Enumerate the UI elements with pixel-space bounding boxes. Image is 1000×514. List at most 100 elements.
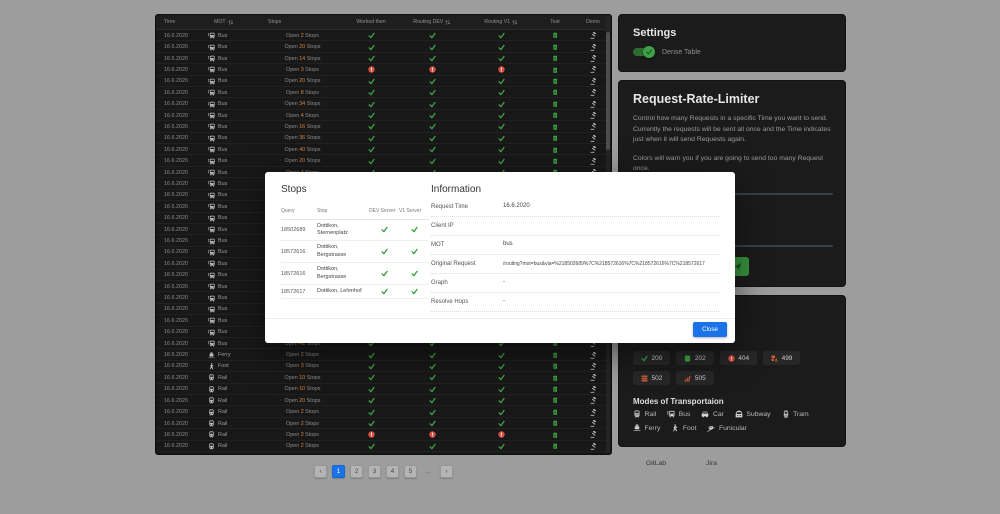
test-cell[interactable] (535, 420, 575, 427)
open-stops-link[interactable]: Open 20 Stops (260, 78, 345, 84)
status-chip-505[interactable]: 505 (676, 371, 713, 385)
open-stops-link[interactable]: Open 2 Stops (260, 421, 345, 427)
open-stops-link[interactable]: Open 3 Stops (260, 67, 345, 73)
table-row[interactable]: 16.6.2020BusOpen 8 Stops (156, 87, 611, 98)
test-cell[interactable] (535, 101, 575, 108)
test-cell[interactable] (535, 67, 575, 74)
test-cell[interactable] (535, 454, 575, 455)
mode-bus[interactable]: Bus (667, 410, 690, 418)
table-row[interactable]: 16.6.2020RailOpen 2 Stops (156, 429, 611, 440)
table-row[interactable]: 16.6.2020RailOpen 2 Stops (156, 452, 611, 455)
jira-link[interactable]: Jira (690, 457, 717, 469)
table-row[interactable]: 16.6.2020BusOpen 20 Stops (156, 155, 611, 166)
status-chip-499[interactable]: 499 (763, 351, 800, 365)
column-header-mot[interactable]: MOT (206, 19, 260, 26)
test-cell[interactable] (535, 352, 575, 359)
pagination-page-1[interactable]: 1 (332, 465, 345, 478)
table-row[interactable]: 16.6.2020BusOpen 14 Stops (156, 53, 611, 64)
open-stops-link[interactable]: Open 2 Stops (260, 33, 345, 39)
test-cell[interactable] (535, 44, 575, 51)
column-header-routing-v1[interactable]: Routing V1 (467, 19, 535, 26)
open-stops-link[interactable]: Open 2 Stops (260, 443, 345, 449)
open-stops-link[interactable]: Open 8 Stops (260, 90, 345, 96)
modal-stops-table: QueryStopDEV ServerV1 Server18502689Dott… (281, 206, 431, 299)
table-row[interactable]: 16.6.2020FootOpen 3 Stops (156, 361, 611, 372)
table-row[interactable]: 16.6.2020FerryOpen 2 Stops (156, 349, 611, 360)
table-row[interactable]: 16.6.2020RailOpen 2 Stops (156, 418, 611, 429)
table-row[interactable]: 16.6.2020RailOpen 10 Stops (156, 372, 611, 383)
mode-foot[interactable]: Foot (671, 424, 696, 432)
test-cell[interactable] (535, 89, 575, 96)
pagination-page-2[interactable]: 2 (350, 465, 363, 478)
table-row[interactable]: 16.6.2020RailOpen 20 Stops (156, 395, 611, 406)
open-stops-link[interactable]: Open 20 Stops (260, 44, 345, 50)
test-cell[interactable] (535, 112, 575, 119)
status-chip-502[interactable]: 502 (633, 371, 670, 385)
pagination-page-3[interactable]: 3 (368, 465, 381, 478)
mode-subway[interactable]: Subway (735, 410, 771, 418)
demo-cell[interactable] (575, 454, 611, 455)
open-stops-link[interactable]: Open 2 Stops (260, 352, 345, 358)
column-header-label: MOT (214, 19, 226, 25)
open-stops-link[interactable]: Open 10 Stops (260, 375, 345, 381)
table-row[interactable]: 16.6.2020BusOpen 34 Stops (156, 98, 611, 109)
open-stops-link[interactable]: Open 14 Stops (260, 56, 345, 62)
table-row[interactable]: 16.6.2020BusOpen 3 Stops (156, 64, 611, 75)
table-row[interactable]: 16.6.2020BusOpen 40 Stops (156, 144, 611, 155)
test-cell[interactable] (535, 32, 575, 39)
open-stops-link[interactable]: Open 40 Stops (260, 147, 345, 153)
status-chip-200[interactable]: 200 (633, 351, 670, 365)
table-row[interactable]: 16.6.2020BusOpen 2 Stops (156, 30, 611, 41)
table-row[interactable]: 16.6.2020RailOpen 10 Stops (156, 384, 611, 395)
test-cell[interactable] (535, 147, 575, 154)
open-stops-link[interactable]: Open 2 Stops (260, 409, 345, 415)
table-row[interactable]: 16.6.2020RailOpen 2 Stops (156, 406, 611, 417)
dense-table-toggle[interactable] (633, 48, 653, 56)
open-stops-link[interactable]: Open 34 Stops (260, 101, 345, 107)
test-cell[interactable] (535, 158, 575, 165)
status-chip-202[interactable]: 202 (676, 351, 713, 365)
row-time: 16.6.2020 (156, 56, 206, 62)
scrollbar-thumb[interactable] (606, 32, 610, 150)
test-cell[interactable] (535, 55, 575, 62)
test-cell[interactable] (535, 443, 575, 450)
open-stops-link[interactable]: Open 4 Stops (260, 113, 345, 119)
status-cell (397, 352, 467, 359)
table-row[interactable]: 16.6.2020BusOpen 4 Stops (156, 110, 611, 121)
open-stops-link[interactable]: Open 20 Stops (260, 398, 345, 404)
test-cell[interactable] (535, 78, 575, 85)
open-stops-link[interactable]: Open 10 Stops (260, 386, 345, 392)
test-cell[interactable] (535, 135, 575, 142)
open-stops-link[interactable]: Open 20 Stops (260, 158, 345, 164)
open-stops-link[interactable]: Open 16 Stops (260, 124, 345, 130)
mode-rail[interactable]: Rail (633, 410, 656, 418)
test-cell[interactable] (535, 397, 575, 404)
table-row[interactable]: 16.6.2020BusOpen 20 Stops (156, 41, 611, 52)
mode-tram[interactable]: Tram (782, 410, 809, 418)
pagination-page-5[interactable]: 5 (404, 465, 417, 478)
gitlab-link[interactable]: GitLab (630, 457, 666, 469)
table-row[interactable]: 16.6.2020BusOpen 16 Stops (156, 121, 611, 132)
mode-funicular[interactable]: Funicular (707, 424, 746, 432)
test-cell[interactable] (535, 409, 575, 416)
mode-ferry[interactable]: Ferry (633, 424, 660, 432)
table-row[interactable]: 16.6.2020BusOpen 36 Stops (156, 133, 611, 144)
test-cell[interactable] (535, 363, 575, 370)
open-stops-link[interactable]: Open 36 Stops (260, 135, 345, 141)
pagination-page-4[interactable]: 4 (386, 465, 399, 478)
open-stops-link[interactable]: Open 2 Stops (260, 432, 345, 438)
table-row[interactable]: 16.6.2020RailOpen 2 Stops (156, 441, 611, 452)
test-cell[interactable] (535, 124, 575, 131)
modal-close-button[interactable]: Close (693, 322, 727, 337)
test-cell[interactable] (535, 432, 575, 439)
pagination-prev-button[interactable]: ‹ (314, 465, 327, 478)
status-chip-404[interactable]: 404 (720, 351, 757, 365)
table-row[interactable]: 16.6.2020BusOpen 20 Stops (156, 76, 611, 87)
open-stops-link[interactable]: Open 3 Stops (260, 363, 345, 369)
status-cell (397, 454, 467, 455)
mode-car[interactable]: Car (701, 410, 723, 418)
pagination-next-button[interactable]: › (440, 465, 453, 478)
test-cell[interactable] (535, 375, 575, 382)
column-header-routing-dev[interactable]: Routing DEV (397, 19, 467, 26)
test-cell[interactable] (535, 386, 575, 393)
